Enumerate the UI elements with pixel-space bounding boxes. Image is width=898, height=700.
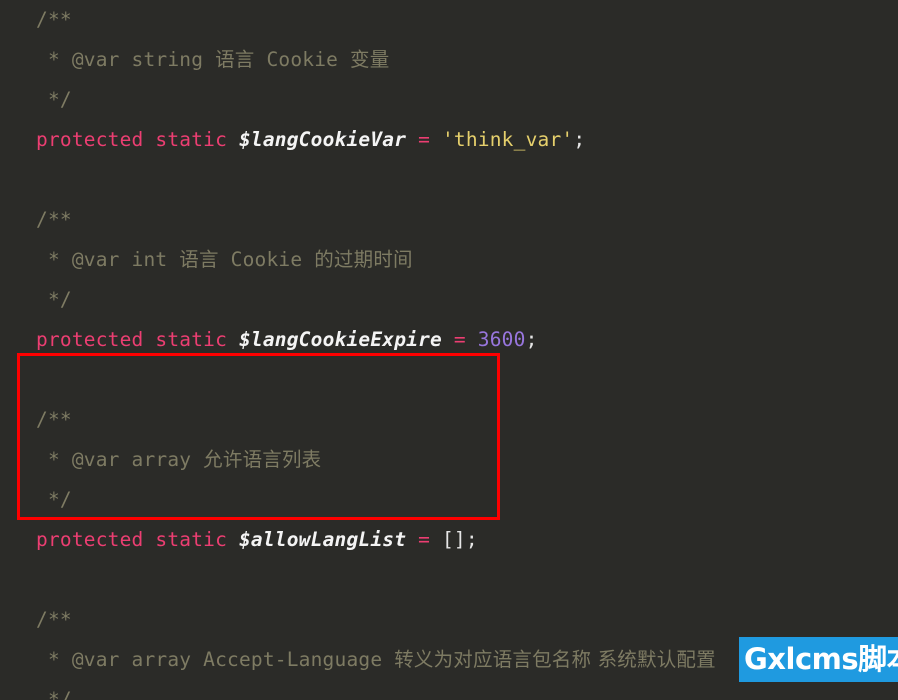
code-token-cmt: Cookie xyxy=(218,248,315,271)
code-token-cmt: */ xyxy=(36,288,72,311)
code-token-cmt: * @var string xyxy=(36,48,216,71)
code-token-var: $langCookieVar xyxy=(238,128,407,151)
code-line-lang-cookie-var-3: protected static $langCookieVar = 'think… xyxy=(0,120,898,160)
code-line-lang-cookie-var-1: * @var string 语言 Cookie 变量 xyxy=(0,40,898,80)
code-token-punc: []; xyxy=(441,528,478,551)
code-line-lang-cookie-expire-3: protected static $langCookieExpire = 360… xyxy=(0,320,898,360)
code-token-kw: protected static xyxy=(36,528,239,551)
code-token-cmt: 的过期时间 xyxy=(314,248,413,271)
code-token-cmt: Cookie xyxy=(254,48,351,71)
code-token-kw: protected static xyxy=(36,328,239,351)
code-token-cmt: */ xyxy=(36,88,72,111)
code-token-cmt: 转义为对应语言包名称 系统默认配置 xyxy=(394,648,716,671)
code-line-accept-language-0: /** xyxy=(0,600,898,640)
code-line-lang-cookie-expire-2: */ xyxy=(0,280,898,320)
code-token-punc: ; xyxy=(573,128,586,151)
code-token-cmt: /** xyxy=(36,8,72,31)
code-token-cmt: */ xyxy=(36,488,72,511)
code-line-allow-lang-list-2: */ xyxy=(0,480,898,520)
code-token-cmt: * @var array xyxy=(36,448,204,471)
code-token-cmt: 变量 xyxy=(350,48,390,71)
code-token-kw: protected static xyxy=(36,128,239,151)
code-token-cmt: * @var int xyxy=(36,248,180,271)
code-editor-canvas[interactable]: /** * @var string 语言 Cookie 变量 */ protect… xyxy=(0,0,898,700)
code-token-str: 'think_var' xyxy=(441,128,574,151)
code-line-accept-language-2: */ xyxy=(0,680,898,700)
code-line-allow-lang-list-1: * @var array 允许语言列表 xyxy=(0,440,898,480)
code-token-num: 3600 xyxy=(477,328,526,351)
code-token-cmt: 语言 xyxy=(215,48,255,71)
code-line-allow-lang-list-0: /** xyxy=(0,400,898,440)
code-line-lang-cookie-var-0: /** xyxy=(0,0,898,40)
code-token-cmt: /** xyxy=(36,208,72,231)
code-token-op: = xyxy=(406,128,442,151)
code-line-lang-cookie-expire-1: * @var int 语言 Cookie 的过期时间 xyxy=(0,240,898,280)
code-token-cmt: /** xyxy=(36,608,72,631)
code-token-var: $allowLangList xyxy=(238,528,407,551)
code-token-cmt: 语言 xyxy=(179,248,219,271)
code-line-lang-cookie-var-2: */ xyxy=(0,80,898,120)
code-token-punc: ; xyxy=(525,328,538,351)
code-token-cmt: * @var array Accept-Language xyxy=(36,648,395,671)
code-line-lang-cookie-expire-0: /** xyxy=(0,200,898,240)
code-token-var: $langCookieExpire xyxy=(238,328,442,351)
code-line-allow-lang-list-3: protected static $allowLangList = []; xyxy=(0,520,898,560)
code-token-cmt: */ xyxy=(36,688,72,700)
code-token-op: = xyxy=(406,528,442,551)
code-token-op: = xyxy=(441,328,478,351)
code-token-cmt: 允许语言列表 xyxy=(203,448,322,471)
code-token-cmt: /** xyxy=(36,408,72,431)
watermark-badge: Gxlcms脚本 xyxy=(739,637,898,682)
code-screenshot: /** * @var string 语言 Cookie 变量 */ protect… xyxy=(0,0,898,700)
